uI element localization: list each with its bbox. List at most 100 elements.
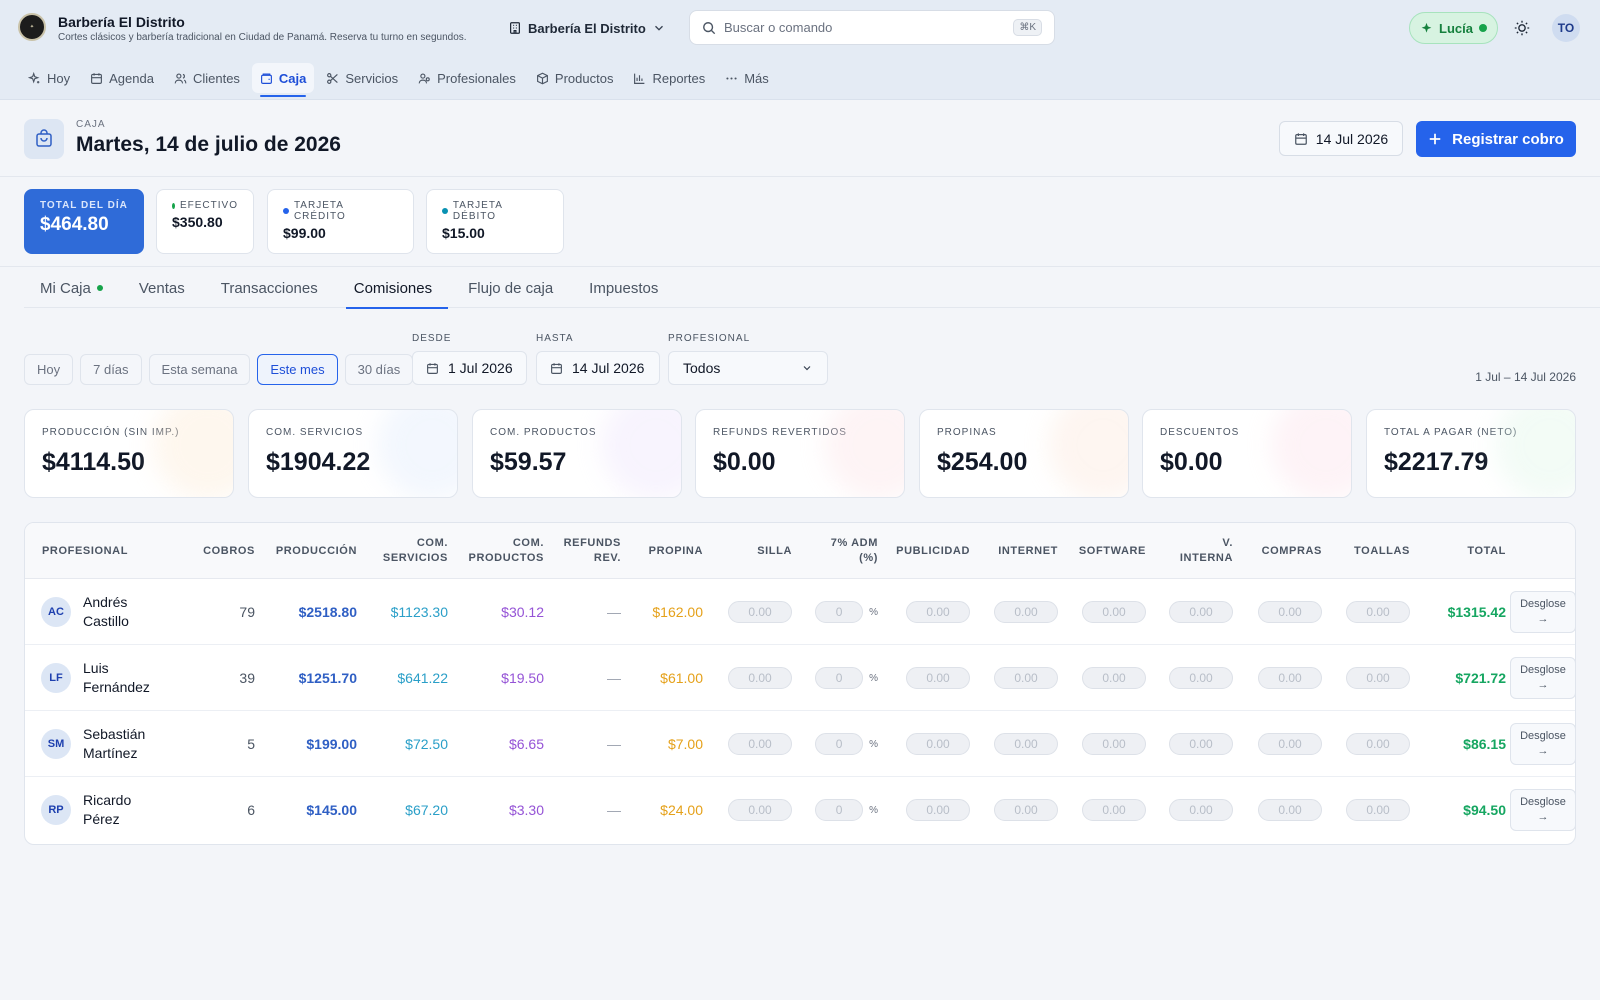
silla-input[interactable]: 0.00 <box>728 733 792 755</box>
chip-hoy[interactable]: Hoy <box>24 354 74 385</box>
col-internet: INTERNET <box>998 544 1058 557</box>
toallas-input[interactable]: 0.00 <box>1346 601 1410 623</box>
top-bar: ✦ Barbería El Distrito Cortes clásicos y… <box>0 0 1600 100</box>
date-picker-button[interactable]: 14 Jul 2026 <box>1279 121 1403 156</box>
register-payment-button[interactable]: Registrar cobro <box>1416 121 1576 157</box>
tab-transacciones[interactable]: Transacciones <box>205 268 334 308</box>
adm-percent-input[interactable]: 0 <box>815 667 864 689</box>
silla-input[interactable]: 0.00 <box>728 799 792 821</box>
arrow-right-icon: → <box>1537 679 1549 691</box>
nav-item-profesionales[interactable]: Profesionales <box>410 63 524 93</box>
software-input[interactable]: 0.00 <box>1082 733 1146 755</box>
silla-input[interactable]: 0.00 <box>728 667 792 689</box>
chip-30-dias[interactable]: 30 días <box>344 354 414 385</box>
nav-item-reportes[interactable]: Reportes <box>625 63 713 93</box>
adm-percent-input[interactable]: 0 <box>815 733 864 755</box>
cobros-cell: 39 <box>239 670 255 686</box>
nav-item-caja[interactable]: Caja <box>251 63 315 97</box>
tab-label: Transacciones <box>220 279 318 297</box>
brand-subtitle: Cortes clásicos y barbería tradicional e… <box>58 32 467 43</box>
internet-input[interactable]: 0.00 <box>994 733 1058 755</box>
v-interna-input[interactable]: 0.00 <box>1169 667 1233 689</box>
compras-input[interactable]: 0.00 <box>1258 799 1322 821</box>
tab-ventas[interactable]: Ventas <box>123 268 201 308</box>
toallas-input[interactable]: 0.00 <box>1346 667 1410 689</box>
nav-item-hoy[interactable]: Hoy <box>20 63 78 93</box>
v-interna-input[interactable]: 0.00 <box>1169 733 1233 755</box>
tab-impuestos[interactable]: Impuestos <box>573 268 674 308</box>
publicidad-input[interactable]: 0.00 <box>906 667 970 689</box>
user-avatar[interactable]: TO <box>1552 14 1580 42</box>
tab-flujo-de-caja[interactable]: Flujo de caja <box>452 268 569 308</box>
first-name: Andrés <box>83 594 128 610</box>
compras-input[interactable]: 0.00 <box>1258 733 1322 755</box>
desglose-button[interactable]: Desglose → <box>1510 657 1575 699</box>
compras-input[interactable]: 0.00 <box>1258 667 1322 689</box>
credit-dot <box>283 208 289 214</box>
publicidad-cell: 0.00 <box>878 777 970 843</box>
tab-mi-caja[interactable]: Mi Caja <box>24 268 119 308</box>
internet-input[interactable]: 0.00 <box>994 799 1058 821</box>
v-interna-input[interactable]: 0.00 <box>1169 799 1233 821</box>
toallas-input[interactable]: 0.00 <box>1346 799 1410 821</box>
brand-logo[interactable]: ✦ <box>18 13 46 41</box>
theme-toggle-button[interactable] <box>1510 16 1534 40</box>
col-v-interna-l2: INTERNA <box>1179 552 1233 564</box>
cash-label: EFECTIVO <box>179 200 238 211</box>
chip-este-mes[interactable]: Este mes <box>257 354 338 385</box>
nav-item-mas[interactable]: Más <box>717 63 777 93</box>
adm-percent-input[interactable]: 0 <box>815 601 864 623</box>
search-icon <box>703 21 716 34</box>
table-row: RP Ricardo Pérez 6 $145.00 $67.20 $3.30 —… <box>25 777 1575 843</box>
profesional-select[interactable]: Todos <box>668 351 828 385</box>
software-input[interactable]: 0.00 <box>1082 799 1146 821</box>
toallas-input[interactable]: 0.00 <box>1346 733 1410 755</box>
nav-label: Clientes <box>192 70 240 86</box>
nav-item-clientes[interactable]: Clientes <box>166 63 248 93</box>
publicidad-input[interactable]: 0.00 <box>906 799 970 821</box>
desglose-button[interactable]: Desglose → <box>1510 591 1575 633</box>
metric-produccion: PRODUCCIÓN (SIN IMP.) $4114.50 <box>24 409 234 498</box>
building-icon <box>510 22 520 34</box>
internet-input[interactable]: 0.00 <box>994 667 1058 689</box>
search-bar[interactable]: Buscar o comando ⌘K <box>689 10 1055 45</box>
total-cell: $1315.42 <box>1447 604 1506 620</box>
adm-percent-input[interactable]: 0 <box>815 799 864 821</box>
professional-name: Sebastián Martínez <box>83 725 163 763</box>
chip-7-dias[interactable]: 7 días <box>80 354 142 385</box>
assistant-button[interactable]: Lucía <box>1409 12 1498 44</box>
propina-cell: $24.00 <box>660 802 703 818</box>
software-input[interactable]: 0.00 <box>1082 667 1146 689</box>
col-com-servicios-l1: COM. <box>416 537 448 549</box>
first-name: Sebastián <box>83 726 146 742</box>
com-productos-cell: $19.50 <box>501 670 544 686</box>
professional-name: Ricardo Pérez <box>83 791 163 829</box>
chip-esta-semana[interactable]: Esta semana <box>148 354 251 385</box>
desglose-button[interactable]: Desglose → <box>1510 789 1575 831</box>
nav-item-productos[interactable]: Productos <box>528 63 622 93</box>
tab-comisiones[interactable]: Comisiones <box>338 268 449 309</box>
software-input[interactable]: 0.00 <box>1082 601 1146 623</box>
brand-logo-mark: ✦ <box>29 24 35 30</box>
search-input[interactable]: Buscar o comando <box>724 20 1005 35</box>
publicidad-input[interactable]: 0.00 <box>906 733 970 755</box>
col-refunds-l2: REV. <box>593 552 621 564</box>
nav-item-servicios[interactable]: Servicios <box>318 63 406 93</box>
col-com-productos: COM. PRODUCTOS <box>448 523 544 579</box>
col-refunds: REFUNDS REV. <box>544 523 621 579</box>
day-summary: TOTAL DEL DÍA $464.80 EFECTIVO $350.80 T… <box>0 178 1600 267</box>
compras-input[interactable]: 0.00 <box>1258 601 1322 623</box>
nav-item-agenda[interactable]: Agenda <box>82 63 162 93</box>
desglose-button[interactable]: Desglose → <box>1510 723 1575 765</box>
metric-com-productos: COM. PRODUCTOS $59.57 <box>472 409 682 498</box>
professional-name: Luis Fernández <box>83 659 163 697</box>
desde-date-picker[interactable]: 1 Jul 2026 <box>412 351 527 385</box>
venue-selector[interactable]: Barbería El Distrito <box>508 18 666 38</box>
hasta-date-picker[interactable]: 14 Jul 2026 <box>536 351 660 385</box>
date-picker-value: 14 Jul 2026 <box>1315 130 1389 147</box>
silla-input[interactable]: 0.00 <box>728 601 792 623</box>
internet-input[interactable]: 0.00 <box>994 601 1058 623</box>
v-interna-input[interactable]: 0.00 <box>1169 601 1233 623</box>
brand-name: Barbería El Distrito <box>58 14 185 30</box>
publicidad-input[interactable]: 0.00 <box>906 601 970 623</box>
